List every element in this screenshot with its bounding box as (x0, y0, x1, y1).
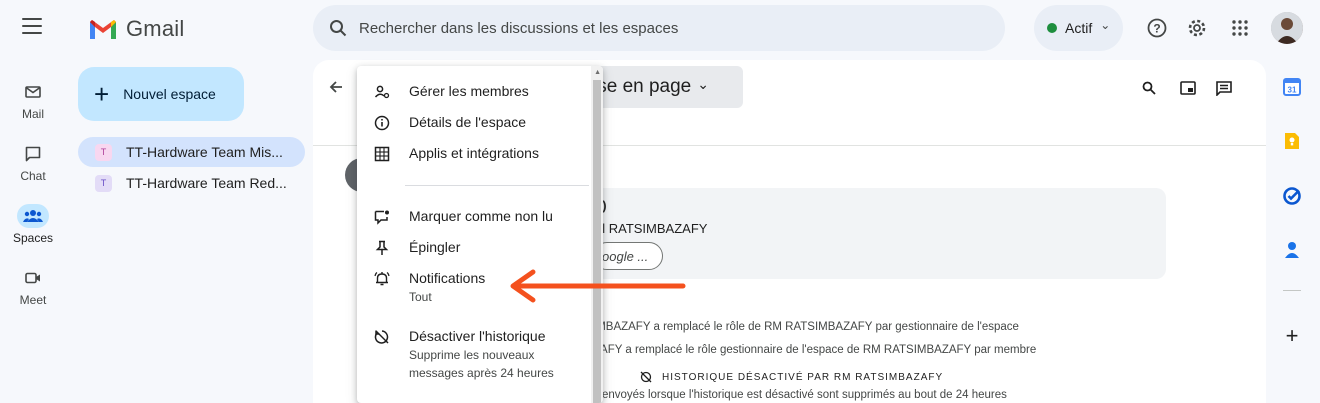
chevron-down-icon: ⌄ (697, 75, 709, 92)
status-label: Actif (1065, 20, 1093, 36)
scroll-up-arrow-icon[interactable]: ▲ (594, 69, 601, 76)
rail-item-mail[interactable]: Mail (0, 80, 66, 121)
top-bar: Gmail Actif ⌄ ? (0, 0, 1320, 58)
annotation-arrow (510, 269, 686, 303)
menu-item-manage-members[interactable]: Gérer les membres (357, 83, 589, 101)
contacts-icon[interactable] (1282, 240, 1302, 260)
keep-icon[interactable] (1282, 131, 1302, 151)
menu-item-label: Désactiver l'historique (409, 328, 546, 344)
menu-item-mark-unread[interactable]: Marquer comme non lu (357, 208, 589, 226)
spaces-icon (17, 204, 49, 228)
rail-label-chat: Chat (20, 169, 46, 183)
manage-members-icon (373, 83, 391, 101)
space-avatar: T (95, 143, 112, 161)
space-title: ise en page (593, 76, 692, 97)
history-off-banner: HISTORIQUE DÉSACTIVÉ PAR RM RATSIMBAZAFY (640, 371, 943, 383)
menu-scrollbar[interactable] (591, 66, 603, 403)
search-icon[interactable] (1139, 78, 1159, 98)
menu-item-space-details[interactable]: Détails de l'espace (357, 114, 589, 132)
app-name: Gmail (126, 16, 185, 41)
notifications-icon (373, 270, 391, 288)
rail-item-meet[interactable]: Meet (0, 266, 66, 307)
space-item[interactable]: T TT-Hardware Team Mis... (78, 137, 305, 167)
menu-item-label: Marquer comme non lu (409, 208, 553, 224)
rail-item-chat[interactable]: Chat (0, 142, 66, 183)
gmail-m-icon (90, 20, 116, 39)
apps-icon[interactable] (1229, 17, 1251, 39)
space-name: TT-Hardware Team Mis... (126, 144, 283, 160)
chat-icon (17, 142, 49, 166)
menu-item-label: Détails de l'espace (409, 114, 527, 130)
message-line: el RATSIMBAZAFY (595, 221, 708, 236)
search-icon[interactable] (329, 19, 347, 37)
plus-icon: + (94, 79, 110, 109)
menu-scrollbar-thumb[interactable] (593, 80, 601, 403)
mail-icon (17, 80, 49, 104)
mark-unread-icon (373, 208, 391, 226)
space-options-menu: Gérer les membres Détails de l'espace Ap… (357, 66, 603, 403)
search-bar[interactable] (313, 5, 1005, 51)
menu-item-sublabel: Tout (409, 290, 432, 304)
account-avatar[interactable] (1271, 12, 1303, 44)
history-off-label: HISTORIQUE DÉSACTIVÉ PAR RM RATSIMBAZAFY (662, 371, 944, 383)
menu-item-apps-integrations[interactable]: Applis et intégrations (357, 145, 589, 163)
space-avatar: T (95, 174, 112, 192)
rail-label-mail: Mail (21, 107, 44, 121)
menu-item-label: Gérer les membres (409, 83, 529, 99)
apps-grid-icon (373, 145, 391, 163)
menu-item-label: Notifications (409, 270, 486, 286)
status-dot (1047, 23, 1057, 33)
rail-item-spaces[interactable]: Spaces (0, 204, 66, 245)
history-off-icon (373, 328, 391, 346)
help-icon[interactable]: ? (1146, 17, 1168, 39)
gmail-logo[interactable]: Gmail (88, 16, 184, 42)
menu-item-label: Épingler (409, 239, 461, 255)
add-addon-icon[interactable]: + (1282, 323, 1302, 348)
strip-divider (1283, 290, 1301, 291)
meet-icon (17, 266, 49, 290)
system-message: s envoyés lorsque l'historique est désac… (593, 389, 1007, 401)
status-selector[interactable]: Actif ⌄ (1034, 5, 1123, 51)
menu-item-label: Applis et intégrations (409, 145, 539, 161)
calendar-icon[interactable]: 31 (1282, 77, 1302, 97)
menu-item-pin[interactable]: Épingler (357, 239, 589, 257)
history-off-icon (640, 371, 652, 383)
space-item[interactable]: T TT-Hardware Team Red... (78, 168, 305, 198)
svg-text:?: ? (1153, 22, 1160, 36)
settings-icon[interactable] (1186, 17, 1208, 39)
space-name: TT-Hardware Team Red... (126, 175, 287, 191)
back-arrow-icon[interactable] (329, 78, 343, 99)
menu-icon[interactable] (22, 18, 42, 34)
calendar-day: 31 (1288, 86, 1297, 95)
thread-icon[interactable] (1214, 78, 1234, 98)
rail-label-meet: Meet (19, 293, 47, 307)
new-space-label: Nouvel espace (123, 86, 216, 102)
chevron-down-icon: ⌄ (1100, 18, 1111, 32)
tasks-icon[interactable] (1282, 186, 1302, 206)
info-icon (373, 114, 391, 132)
menu-item-disable-history[interactable]: Désactiver l'historique Supprime les nou… (357, 328, 589, 382)
menu-divider (405, 185, 589, 186)
new-space-button[interactable]: + Nouvel espace (78, 67, 244, 121)
system-message: IMBAZAFY a remplacé le rôle de RM RATSIM… (593, 321, 1019, 333)
picture-in-picture-icon[interactable] (1178, 78, 1198, 98)
search-input[interactable] (359, 19, 959, 37)
rail-label-spaces: Spaces (12, 231, 54, 245)
menu-item-sublabel: Supprime les nouveaux messages après 24 … (409, 348, 554, 380)
system-message: ZAFY a remplacé le rôle gestionnaire de … (593, 344, 1037, 356)
pin-icon (373, 239, 391, 257)
